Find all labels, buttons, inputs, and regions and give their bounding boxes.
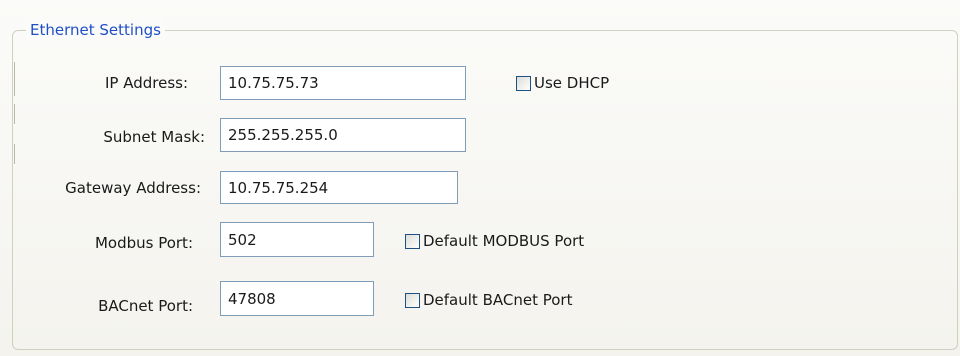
use-dhcp-checkbox[interactable]: Use DHCP	[516, 73, 609, 93]
groupbox-edge-mark	[14, 62, 15, 96]
checkbox-box[interactable]	[516, 75, 531, 91]
group-title: Ethernet Settings	[26, 19, 165, 41]
subnet-mask-input[interactable]	[220, 118, 466, 152]
default-bacnet-port-label: Default BACnet Port	[423, 291, 573, 309]
ip-address-input[interactable]	[220, 66, 466, 100]
ethernet-settings-panel: Ethernet Settings IP Address: Use DHCP S…	[0, 0, 960, 356]
subnet-mask-label: Subnet Mask:	[103, 128, 205, 146]
gateway-address-label: Gateway Address:	[65, 179, 201, 197]
gateway-address-input[interactable]	[220, 171, 458, 204]
use-dhcp-label: Use DHCP	[534, 74, 610, 92]
default-bacnet-port-checkbox[interactable]: Default BACnet Port	[405, 290, 572, 310]
groupbox-edge-mark	[14, 104, 15, 124]
bacnet-port-label: BACnet Port:	[98, 297, 193, 315]
default-modbus-port-checkbox[interactable]: Default MODBUS Port	[405, 231, 584, 251]
modbus-port-label: Modbus Port:	[94, 234, 193, 252]
checkbox-box[interactable]	[405, 233, 420, 249]
modbus-port-input[interactable]	[220, 222, 374, 257]
ip-address-label: IP Address:	[104, 74, 188, 92]
default-modbus-port-label: Default MODBUS Port	[423, 232, 585, 250]
checkbox-box[interactable]	[405, 292, 420, 308]
bacnet-port-input[interactable]	[220, 281, 374, 316]
groupbox-edge-mark	[14, 144, 15, 164]
